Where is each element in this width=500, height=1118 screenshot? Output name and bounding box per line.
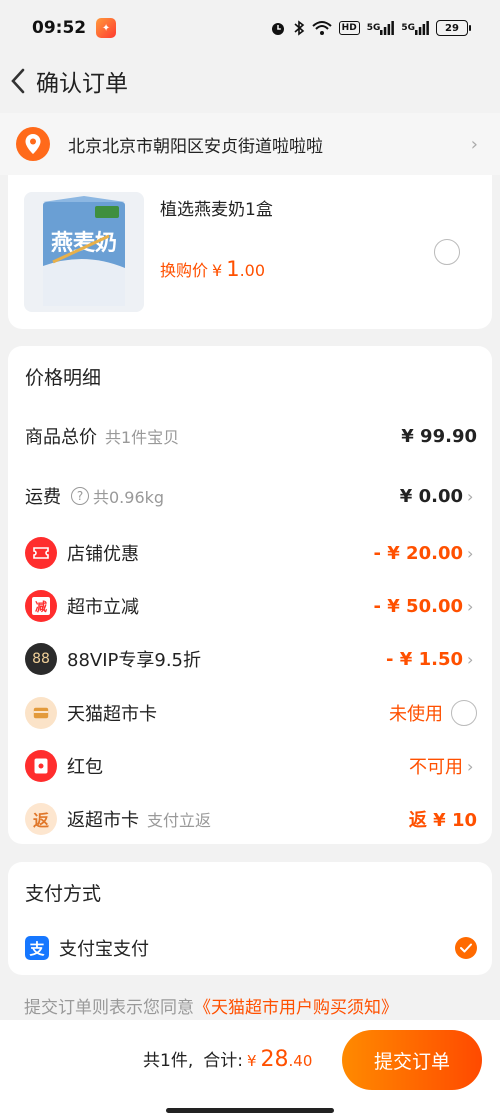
row-cashback-card: 返 返超市卡 支付立返 返 ¥ 10	[25, 801, 477, 837]
item-count: 共1件,	[143, 1051, 194, 1071]
submit-order-button[interactable]: 提交订单	[342, 1030, 482, 1090]
product-image[interactable]: 燕麦奶	[24, 192, 144, 312]
hd-icon: HD	[338, 21, 360, 35]
home-indicator[interactable]	[166, 1108, 334, 1113]
network-2-label: 5G	[401, 23, 415, 33]
app-notification-icon: ✦	[96, 18, 117, 38]
row-value: - ¥ 20.00	[373, 542, 463, 564]
row-store-discount[interactable]: 店铺优惠 - ¥ 20.00 ›	[25, 535, 477, 571]
row-label: 天猫超市卡	[67, 704, 157, 725]
row-red-packet[interactable]: 红包 不可用 ›	[25, 748, 477, 784]
total-summary: 共1件, 合计: ¥ 28 .40	[143, 1046, 312, 1072]
status-icons: HD 5G 5G 29	[270, 19, 471, 37]
row-goods-total: 商品总价 共1件宝贝 ¥ 99.90	[25, 418, 477, 454]
row-label: 超市立减	[67, 597, 139, 618]
checkout-bar: 共1件, 合计: ¥ 28 .40 提交订单	[0, 1020, 500, 1118]
price-detail-card: 价格明细 商品总价 共1件宝贝 ¥ 99.90 运费 ? 共0.96kg ¥ 0…	[8, 346, 492, 844]
discount-icon: 减	[25, 590, 57, 622]
discount-icon-text: 减	[32, 597, 50, 615]
tmall-card-radio[interactable]	[451, 700, 477, 726]
battery-icon: 29	[436, 20, 471, 36]
vip-88-icon: 88	[25, 643, 57, 675]
payment-card: 支付方式 支 支付宝支付	[8, 862, 492, 975]
address-text: 北京北京市朝阳区安贞街道啦啦啦	[68, 136, 323, 157]
row-shipping[interactable]: 运费 ? 共0.96kg ¥ 0.00 ›	[25, 478, 477, 514]
agreement-prefix: 提交订单则表示您同意	[24, 998, 194, 1018]
row-label: 运费	[25, 487, 61, 508]
chevron-right-icon: ›	[470, 133, 478, 155]
chevron-right-icon: ›	[467, 649, 474, 669]
checkmark-icon[interactable]	[455, 937, 477, 959]
price-currency: ¥	[212, 261, 223, 280]
status-bar: 09:52 ✦ HD 5G 5G 29	[0, 0, 500, 56]
card-icon	[25, 697, 57, 729]
wifi-icon	[312, 19, 332, 37]
price-detail-title: 价格明细	[25, 367, 102, 389]
row-88vip[interactable]: 88 88VIP专享9.5折 - ¥ 1.50 ›	[25, 641, 477, 677]
product-name: 植选燕麦奶1盒	[160, 200, 273, 220]
total-decimal: .40	[288, 1052, 313, 1070]
total-currency: ¥	[246, 1052, 257, 1070]
alarm-icon	[270, 19, 286, 37]
row-label: 返超市卡	[67, 810, 139, 831]
row-sub: 共0.96kg	[93, 488, 165, 507]
row-label: 红包	[67, 757, 103, 778]
chevron-right-icon: ›	[467, 596, 474, 616]
ticket-icon	[25, 537, 57, 569]
network-1-label: 5G	[366, 23, 381, 33]
row-sub: 共1件宝贝	[105, 428, 180, 447]
signal-2-icon: 5G	[401, 19, 429, 37]
payment-method-label: 支付宝支付	[59, 939, 149, 960]
product-select-radio[interactable]	[434, 239, 460, 265]
row-value: ¥ 0.00	[399, 485, 463, 507]
row-value: - ¥ 1.50	[386, 648, 463, 670]
row-value: ¥ 99.90	[401, 425, 477, 447]
chevron-left-icon	[11, 68, 25, 94]
alipay-icon: 支	[25, 936, 49, 960]
signal-1-icon: 5G	[367, 19, 395, 37]
payment-title: 支付方式	[25, 883, 102, 905]
oat-milk-carton-icon: 燕麦奶	[43, 196, 125, 306]
help-icon[interactable]: ?	[71, 487, 89, 505]
agreement-text: 提交订单则表示您同意《天猫超市用户购买须知》	[24, 993, 398, 1018]
row-supermarket-discount[interactable]: 减 超市立减 - ¥ 50.00 ›	[25, 588, 477, 624]
chevron-right-icon: ›	[467, 543, 474, 563]
price-decimal: .00	[239, 261, 266, 280]
row-sub: 支付立返	[147, 811, 212, 830]
row-value: - ¥ 50.00	[373, 595, 463, 617]
carton-label: 燕麦奶	[51, 230, 117, 256]
bluetooth-icon	[293, 19, 305, 37]
agreement-link[interactable]: 《天猫超市用户购买须知》	[194, 998, 398, 1018]
payment-option-alipay[interactable]: 支 支付宝支付	[25, 932, 477, 964]
row-label: 88VIP专享9.5折	[67, 650, 202, 671]
price-integer: 1	[226, 257, 240, 281]
product-price: 换购价 ¥1.00	[160, 257, 265, 281]
page-title: 确认订单	[36, 71, 128, 97]
row-tmall-card[interactable]: 天猫超市卡 未使用	[25, 695, 477, 731]
row-value: 返 ¥ 10	[408, 810, 477, 831]
price-label: 换购价	[160, 261, 209, 280]
product-card: 燕麦奶 植选燕麦奶1盒 换购价 ¥1.00	[8, 175, 492, 329]
red-packet-icon	[25, 750, 57, 782]
row-value: 未使用	[389, 704, 443, 725]
nav-header: 确认订单	[0, 56, 500, 106]
cashback-icon: 返	[25, 803, 57, 835]
row-value: 不可用	[409, 757, 463, 778]
address-selector[interactable]: 北京北京市朝阳区安贞街道啦啦啦 ›	[0, 113, 500, 175]
row-label: 店铺优惠	[67, 544, 139, 565]
back-button[interactable]	[6, 61, 30, 101]
status-time: 09:52	[32, 18, 87, 38]
total-label: 合计:	[203, 1051, 243, 1071]
chevron-right-icon: ›	[467, 756, 474, 776]
row-label: 商品总价	[25, 427, 97, 448]
chevron-right-icon: ›	[467, 486, 474, 506]
battery-level: 29	[445, 22, 459, 34]
location-pin-icon	[16, 127, 50, 161]
total-integer: 28	[260, 1047, 289, 1072]
